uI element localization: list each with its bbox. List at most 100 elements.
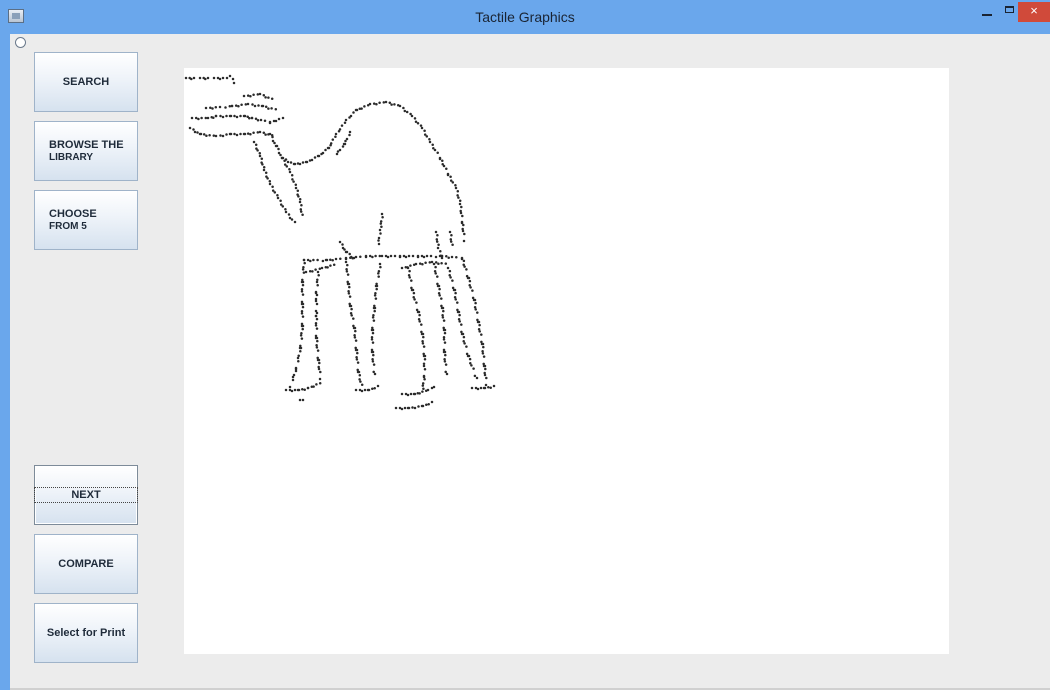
braille-dot	[389, 254, 393, 258]
braille-dot	[426, 388, 430, 392]
braille-dot	[482, 355, 486, 358]
braille-dot	[281, 116, 285, 120]
radio-button[interactable]	[15, 37, 26, 48]
braille-dot	[370, 350, 374, 354]
choose-from-5-button[interactable]: CHOOSE FROM 5	[34, 190, 138, 250]
braille-dot	[221, 134, 225, 138]
braille-dot	[379, 220, 383, 223]
braille-dot	[309, 259, 312, 263]
braille-dot	[372, 102, 376, 105]
braille-dot	[315, 317, 319, 321]
braille-dot	[318, 267, 322, 271]
braille-dot	[421, 390, 424, 393]
braille-dot	[436, 284, 440, 288]
braille-dot	[371, 360, 375, 363]
braille-dot	[379, 232, 382, 235]
braille-dot	[204, 106, 208, 110]
braille-dot	[458, 199, 462, 203]
braille-dot	[355, 358, 359, 361]
braille-dot	[475, 376, 479, 380]
braille-dot	[346, 263, 349, 267]
next-button[interactable]: NEXT	[34, 465, 138, 525]
braille-dot	[304, 270, 308, 274]
camel-braille-graphic	[184, 74, 496, 411]
braille-dot	[423, 358, 427, 361]
braille-dot	[291, 178, 294, 181]
braille-dot	[301, 283, 305, 287]
braille-dot	[371, 316, 375, 319]
braille-dot	[436, 282, 439, 286]
braille-dot	[350, 314, 353, 317]
braille-dot	[406, 406, 410, 410]
braille-dot	[381, 215, 384, 219]
braille-dot	[458, 313, 461, 317]
braille-dot	[300, 332, 303, 335]
braille-dot	[373, 309, 376, 313]
search-button[interactable]: SEARCH	[34, 52, 138, 112]
window-title: Tactile Graphics	[475, 9, 575, 25]
braille-dot	[378, 254, 382, 258]
braille-dot	[403, 406, 407, 410]
braille-dot	[314, 268, 317, 271]
braille-dot	[211, 107, 214, 110]
braille-dot	[442, 326, 445, 330]
braille-dot	[314, 324, 318, 327]
title-bar[interactable]: Tactile Graphics ×	[0, 0, 1050, 34]
braille-dot	[452, 288, 456, 292]
braille-dot	[363, 105, 366, 108]
braille-dot	[374, 254, 377, 258]
braille-dot	[219, 114, 222, 118]
compare-button[interactable]: COMPARE	[34, 534, 138, 594]
braille-dot	[479, 386, 483, 390]
braille-dot	[398, 254, 402, 258]
select-for-print-button[interactable]: Select for Print	[34, 603, 138, 663]
braille-dot	[256, 149, 259, 152]
braille-dot	[308, 269, 312, 273]
braille-dot	[454, 186, 458, 190]
braille-dot	[421, 340, 424, 343]
braille-dot	[418, 392, 421, 395]
braille-dot	[438, 156, 442, 160]
braille-dot	[267, 107, 270, 110]
braille-dot	[382, 101, 386, 104]
close-button[interactable]: ×	[1018, 2, 1050, 22]
minimize-button[interactable]	[975, 2, 999, 24]
braille-dot	[380, 225, 383, 229]
braille-dot	[388, 101, 392, 105]
braille-dot	[360, 107, 363, 110]
braille-dot	[442, 309, 445, 313]
braille-dot	[249, 132, 252, 136]
braille-dot	[262, 131, 266, 135]
braille-dot	[234, 104, 238, 107]
braille-dot	[384, 100, 388, 104]
braille-dot	[482, 345, 485, 349]
braille-dot	[451, 181, 455, 184]
braille-dot	[271, 185, 274, 189]
braille-dot	[354, 108, 358, 112]
braille-dot	[478, 330, 481, 333]
browse-library-button[interactable]: BROWSE THE LIBRARY	[34, 121, 138, 181]
braille-dot	[445, 167, 448, 170]
braille-dot	[312, 258, 315, 262]
braille-dot	[432, 262, 436, 266]
braille-dot	[463, 265, 466, 268]
braille-dot	[434, 272, 437, 275]
braille-dot	[311, 270, 314, 273]
braille-dot	[460, 332, 464, 336]
braille-dot	[315, 346, 319, 349]
braille-dot	[202, 133, 206, 136]
braille-dot	[298, 197, 302, 201]
braille-dot	[348, 295, 352, 298]
braille-dot	[244, 103, 248, 106]
braille-dot	[371, 331, 375, 335]
braille-dot	[465, 345, 468, 348]
braille-dot	[422, 387, 425, 391]
braille-dot	[374, 297, 378, 300]
braille-dot	[301, 305, 305, 309]
braille-dot	[262, 168, 266, 172]
braille-dot	[492, 384, 496, 388]
braille-dot	[266, 177, 269, 180]
maximize-button[interactable]	[1000, 2, 1020, 24]
braille-dot	[250, 116, 254, 120]
braille-dot	[348, 302, 351, 306]
